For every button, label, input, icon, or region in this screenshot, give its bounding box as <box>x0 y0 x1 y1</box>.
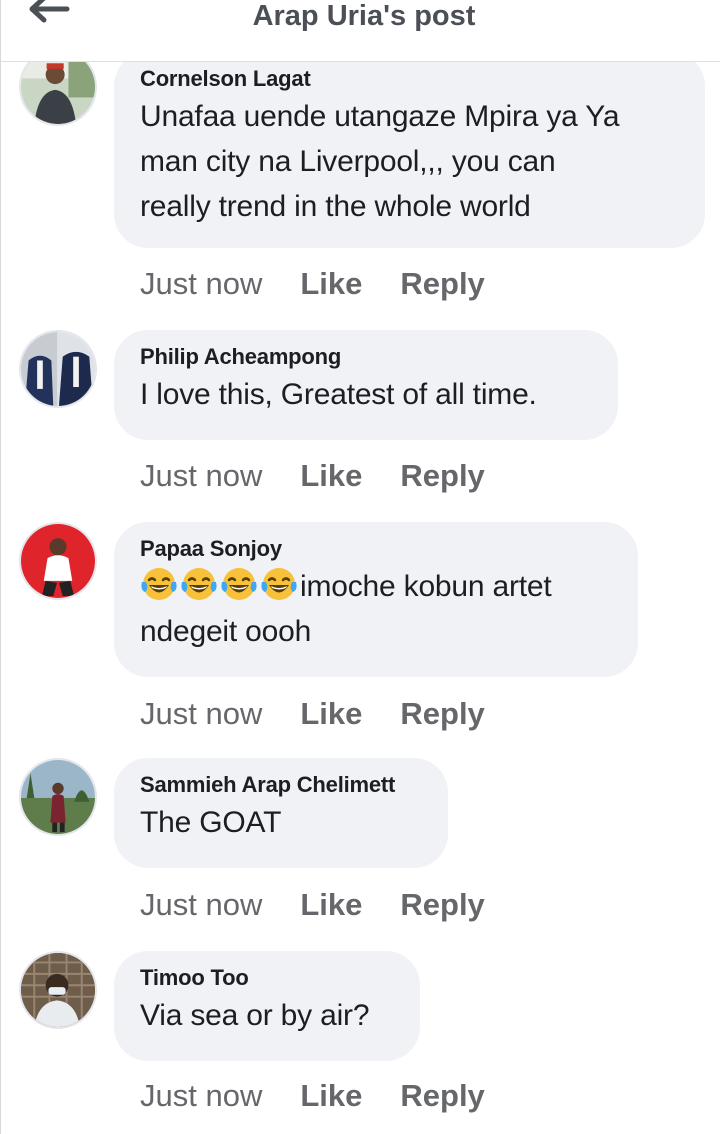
comment-timestamp: Just now <box>140 887 263 922</box>
comment-actions: Just now Like Reply <box>140 696 485 732</box>
page-title: Arap Uria's post <box>252 0 476 32</box>
reply-button[interactable]: Reply <box>400 458 484 494</box>
avatar[interactable] <box>19 330 97 408</box>
comment-author[interactable]: Sammieh Arap Chelimett <box>140 772 422 798</box>
comment-text: The GOAT <box>140 800 422 845</box>
comment-bubble[interactable]: Cornelson Lagat Unafaa uende utangaze Mp… <box>114 52 705 248</box>
reply-button[interactable]: Reply <box>400 1078 484 1114</box>
tears-of-joy-icon <box>140 568 180 603</box>
comment-actions: Just now Like Reply <box>140 1078 485 1114</box>
comment-author[interactable]: Cornelson Lagat <box>140 66 679 92</box>
comment-text-line: man city na Liverpool,,, you can <box>140 145 556 178</box>
tears-of-joy-icon <box>180 568 220 603</box>
comment-text-line: Via sea or by air? <box>140 999 370 1032</box>
comment-text: I love this, Greatest of all time. <box>140 372 592 417</box>
comment-bubble[interactable]: Philip Acheampong I love this, Greatest … <box>114 330 618 440</box>
avatar[interactable] <box>19 951 97 1029</box>
comment-text-line: I love this, Greatest of all time. <box>140 378 537 411</box>
comment-bubble[interactable]: Sammieh Arap Chelimett The GOAT <box>114 758 448 868</box>
comment-bubble[interactable]: Papaa Sonjoy imoche kobun artet ndegeit … <box>114 522 638 677</box>
comment-actions: Just now Like Reply <box>140 458 485 494</box>
comment-timestamp: Just now <box>140 696 263 731</box>
top-bar: Arap Uria's post <box>1 0 720 62</box>
like-button[interactable]: Like <box>300 1078 362 1114</box>
tears-of-joy-icon <box>260 568 300 603</box>
comment-text-line-part: imoche kobun artet <box>300 570 552 603</box>
comment-timestamp: Just now <box>140 458 263 493</box>
comment-timestamp: Just now <box>140 1078 263 1113</box>
tears-of-joy-icon <box>220 568 260 603</box>
comment-text-line: ndegeit oooh <box>140 615 312 648</box>
comment-actions: Just now Like Reply <box>140 887 485 923</box>
comment-author[interactable]: Philip Acheampong <box>140 344 592 370</box>
comment-timestamp: Just now <box>140 266 263 301</box>
avatar[interactable] <box>19 522 97 600</box>
comment-text-line: imoche kobun artet <box>140 564 612 609</box>
comment-text: Unafaa uende utangaze Mpira ya Ya man ci… <box>140 94 679 229</box>
comment-author[interactable]: Papaa Sonjoy <box>140 536 612 562</box>
comment-text: Via sea or by air? <box>140 993 394 1038</box>
comment-text-line: really trend in the whole world <box>140 190 531 223</box>
like-button[interactable]: Like <box>300 458 362 494</box>
comment-text-line: The GOAT <box>140 806 282 839</box>
comment-author[interactable]: Timoo Too <box>140 965 394 991</box>
avatar[interactable] <box>19 758 97 836</box>
comment-text-line: Unafaa uende utangaze Mpira ya Ya <box>140 100 620 133</box>
reply-button[interactable]: Reply <box>400 696 484 732</box>
like-button[interactable]: Like <box>300 696 362 732</box>
comment-bubble[interactable]: Timoo Too Via sea or by air? <box>114 951 420 1061</box>
reply-button[interactable]: Reply <box>400 266 484 302</box>
reply-button[interactable]: Reply <box>400 887 484 923</box>
like-button[interactable]: Like <box>300 887 362 923</box>
comment-actions: Just now Like Reply <box>140 266 485 302</box>
comment-text: imoche kobun artet ndegeit oooh <box>140 564 612 654</box>
post-comments-page: Arap Uria's post Cornelson Lagat Unafaa … <box>0 0 720 1134</box>
like-button[interactable]: Like <box>300 266 362 302</box>
